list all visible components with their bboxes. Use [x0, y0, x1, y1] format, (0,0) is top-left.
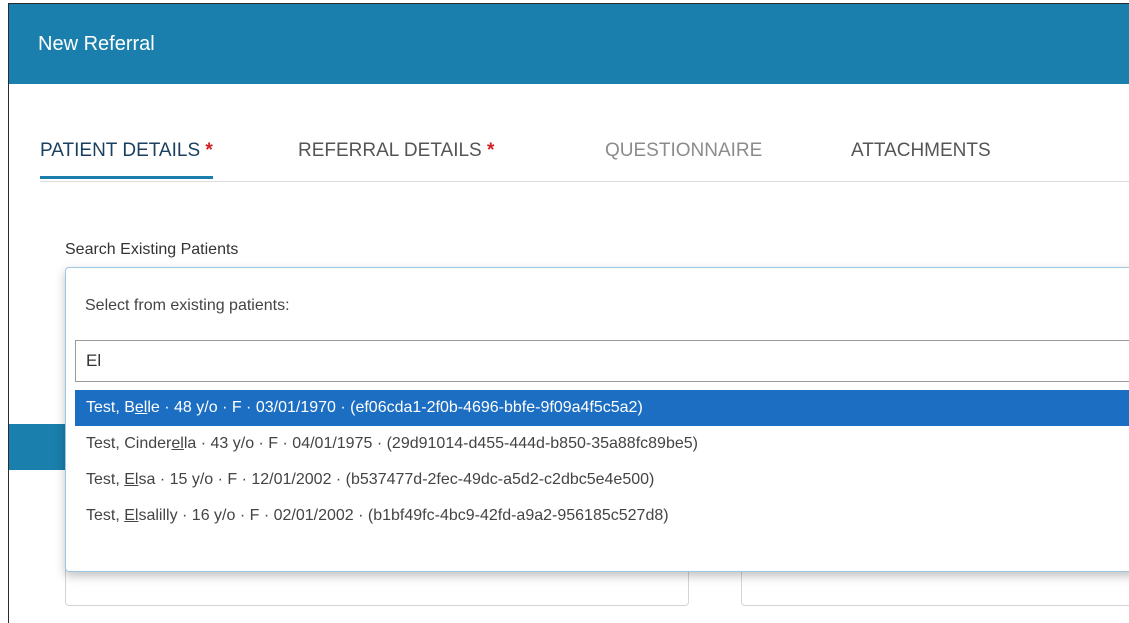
- match-highlight: El: [124, 507, 139, 524]
- referral-window: New Referral PATIENT DETAILS * REFERRAL …: [8, 3, 1129, 623]
- patient-option[interactable]: Test, Belle · 48 y/o · F · 03/01/1970 · …: [75, 390, 1129, 426]
- required-marker: *: [205, 140, 213, 161]
- tab-patient-details[interactable]: PATIENT DETAILS *: [40, 140, 213, 179]
- patient-option[interactable]: Test, Elsa · 15 y/o · F · 12/01/2002 · (…: [75, 462, 1129, 498]
- dropdown-header: Select from existing patients:: [85, 297, 290, 314]
- page-title: New Referral: [38, 33, 155, 55]
- patient-option[interactable]: Test, Cinderella · 43 y/o · F · 04/01/19…: [75, 426, 1129, 462]
- search-label: Search Existing Patients: [65, 241, 239, 258]
- patient-search-dropdown[interactable]: Select from existing patients: Test, Bel…: [65, 267, 1129, 572]
- match-highlight: el: [171, 435, 184, 452]
- tab-label: REFERRAL DETAILS: [298, 140, 482, 161]
- option-text: la · 43 y/o · F · 04/01/1975 · (29d91014…: [183, 435, 698, 452]
- tab-referral-details[interactable]: REFERRAL DETAILS *: [298, 140, 494, 176]
- tab-bar: PATIENT DETAILS * REFERRAL DETAILS * QUE…: [40, 127, 1129, 182]
- option-text: Test, Cinder: [86, 435, 172, 452]
- match-highlight: el: [134, 399, 148, 416]
- tab-label: ATTACHMENTS: [851, 140, 991, 161]
- option-text: salilly · 16 y/o · F · 02/01/2002 · (b1b…: [138, 507, 669, 524]
- header-bar: New Referral: [9, 4, 1129, 84]
- patient-option[interactable]: Test, Elsalilly · 16 y/o · F · 02/01/200…: [75, 498, 1129, 534]
- option-text: Test, B: [86, 399, 135, 416]
- results-list: Test, Belle · 48 y/o · F · 03/01/1970 · …: [75, 390, 1129, 534]
- patient-search-input[interactable]: [75, 340, 1129, 382]
- option-text: Test,: [86, 471, 125, 488]
- tab-label: QUESTIONNAIRE: [605, 140, 763, 161]
- option-text: le · 48 y/o · F · 03/01/1970 · (ef06cda1…: [147, 399, 643, 416]
- tab-questionnaire[interactable]: QUESTIONNAIRE: [605, 140, 762, 176]
- tab-label: PATIENT DETAILS: [40, 140, 201, 161]
- tab-attachments[interactable]: ATTACHMENTS: [851, 140, 991, 176]
- option-text: Test,: [86, 507, 125, 524]
- option-text: sa · 15 y/o · F · 12/01/2002 · (b537477d…: [138, 471, 655, 488]
- required-marker: *: [487, 140, 495, 161]
- match-highlight: El: [124, 471, 139, 488]
